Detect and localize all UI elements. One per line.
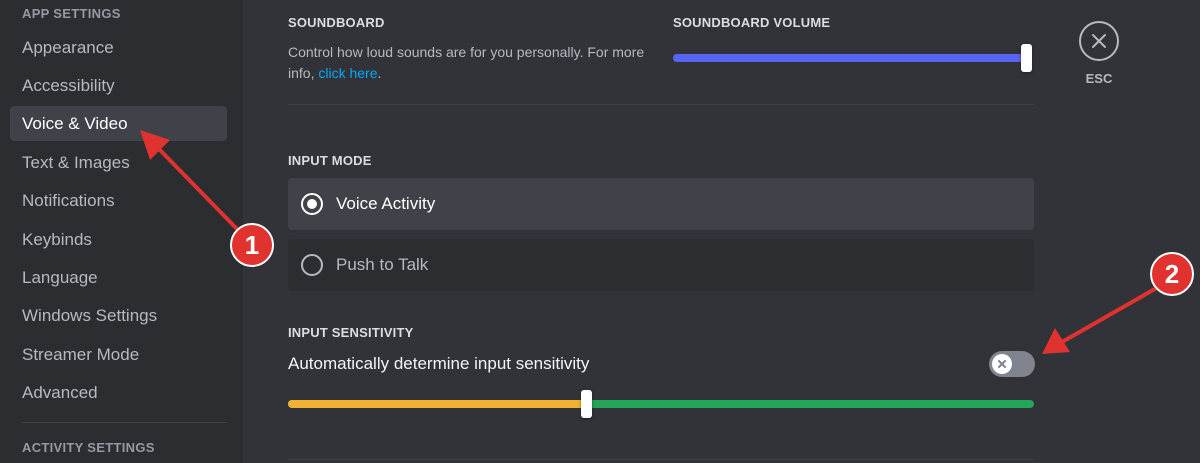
push-to-talk-label: Push to Talk (336, 255, 429, 274)
section-divider (288, 104, 1034, 105)
settings-sidebar: APP SETTINGS Appearance Accessibility Vo… (0, 0, 243, 463)
settings-window: APP SETTINGS Appearance Accessibility Vo… (0, 0, 1200, 463)
sidebar-item-voice-video[interactable]: Voice & Video (10, 106, 227, 141)
app-settings-header: APP SETTINGS (22, 6, 121, 21)
sidebar-item-appearance[interactable]: Appearance (10, 30, 227, 65)
radio-button-unselected[interactable] (301, 254, 323, 276)
radio-dot (307, 199, 317, 209)
voice-video-settings: SOUNDBOARD Control how loud sounds are f… (243, 0, 1200, 463)
close-icon (1092, 34, 1106, 48)
sidebar-item-windows-settings[interactable]: Windows Settings (10, 298, 227, 333)
soundboard-volume-label: SOUNDBOARD VOLUME (673, 15, 831, 30)
section-divider-bottom (288, 459, 1034, 460)
annotation-badge-1: 1 (230, 223, 274, 267)
input-sensitivity-slider[interactable] (288, 400, 1034, 408)
soundboard-volume-slider[interactable] (673, 54, 1029, 62)
annotation-badge-2: 2 (1150, 252, 1194, 296)
soundboard-header: SOUNDBOARD (288, 15, 385, 30)
sidebar-item-accessibility[interactable]: Accessibility (10, 68, 227, 103)
sidebar-item-text-images[interactable]: Text & Images (10, 145, 227, 180)
sidebar-item-notifications[interactable]: Notifications (10, 183, 227, 218)
toggle-knob (992, 354, 1012, 374)
input-sensitivity-handle[interactable] (581, 390, 593, 418)
activity-settings-header: ACTIVITY SETTINGS (22, 440, 155, 455)
sidebar-item-advanced[interactable]: Advanced (10, 375, 227, 410)
auto-sensitivity-toggle[interactable] (989, 351, 1035, 377)
radio-button-selected[interactable] (301, 193, 323, 215)
click-here-link[interactable]: click here (318, 65, 377, 81)
sidebar-item-language[interactable]: Language (10, 260, 227, 295)
sidebar-item-keybinds[interactable]: Keybinds (10, 222, 227, 257)
soundboard-volume-fill (673, 54, 1029, 62)
input-mode-header: INPUT MODE (288, 153, 372, 168)
auto-sensitivity-label: Automatically determine input sensitivit… (288, 354, 590, 373)
sensitivity-low-range (288, 400, 587, 408)
voice-activity-label: Voice Activity (336, 194, 436, 213)
esc-label: ESC (1085, 71, 1113, 86)
radio-voice-activity[interactable]: Voice Activity (288, 178, 1034, 230)
soundboard-description-end: . (377, 65, 382, 81)
radio-push-to-talk[interactable]: Push to Talk (288, 239, 1034, 291)
input-sensitivity-header: INPUT SENSITIVITY (288, 325, 414, 340)
soundboard-volume-handle[interactable] (1021, 44, 1032, 72)
close-button[interactable] (1079, 21, 1119, 61)
toggle-off-icon (998, 360, 1006, 368)
soundboard-description: Control how loud sounds are for you pers… (288, 42, 648, 84)
sidebar-item-streamer-mode[interactable]: Streamer Mode (10, 337, 227, 372)
sidebar-divider (22, 422, 227, 423)
